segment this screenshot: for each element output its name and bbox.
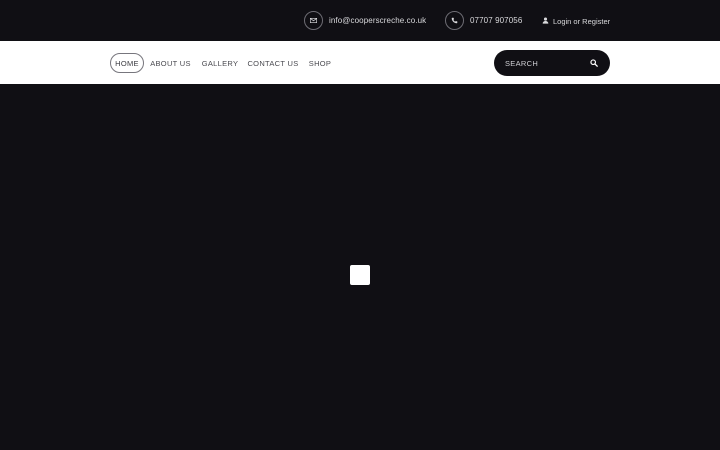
search-icon[interactable] bbox=[588, 57, 600, 69]
login-register-text[interactable]: Login or Register bbox=[553, 17, 610, 26]
nav-item-shop[interactable]: SHOP bbox=[309, 53, 331, 73]
main-navigation: HOME ABOUT US GALLERY CONTACT US SHOP bbox=[0, 41, 720, 84]
phone-contact[interactable]: 07707 907056 bbox=[445, 11, 522, 30]
envelope-icon bbox=[304, 11, 323, 30]
nav-item-gallery[interactable]: GALLERY bbox=[202, 53, 238, 73]
search-box bbox=[494, 50, 610, 76]
phone-text[interactable]: 07707 907056 bbox=[470, 16, 522, 25]
user-icon bbox=[542, 17, 549, 26]
nav-item-contact-us[interactable]: CONTACT US bbox=[247, 53, 298, 73]
top-bar: info@cooperscreche.co.uk 07707 907056 Lo… bbox=[0, 0, 720, 41]
page-content bbox=[0, 84, 720, 450]
nav-item-about-us[interactable]: ABOUT US bbox=[150, 53, 190, 73]
login-register-link[interactable]: Login or Register bbox=[542, 15, 610, 27]
nav-item-home[interactable]: HOME bbox=[110, 53, 144, 73]
email-contact[interactable]: info@cooperscreche.co.uk bbox=[304, 11, 426, 30]
loading-indicator bbox=[350, 265, 370, 285]
email-text[interactable]: info@cooperscreche.co.uk bbox=[329, 16, 426, 25]
search-input[interactable] bbox=[505, 58, 588, 68]
phone-icon bbox=[445, 11, 464, 30]
